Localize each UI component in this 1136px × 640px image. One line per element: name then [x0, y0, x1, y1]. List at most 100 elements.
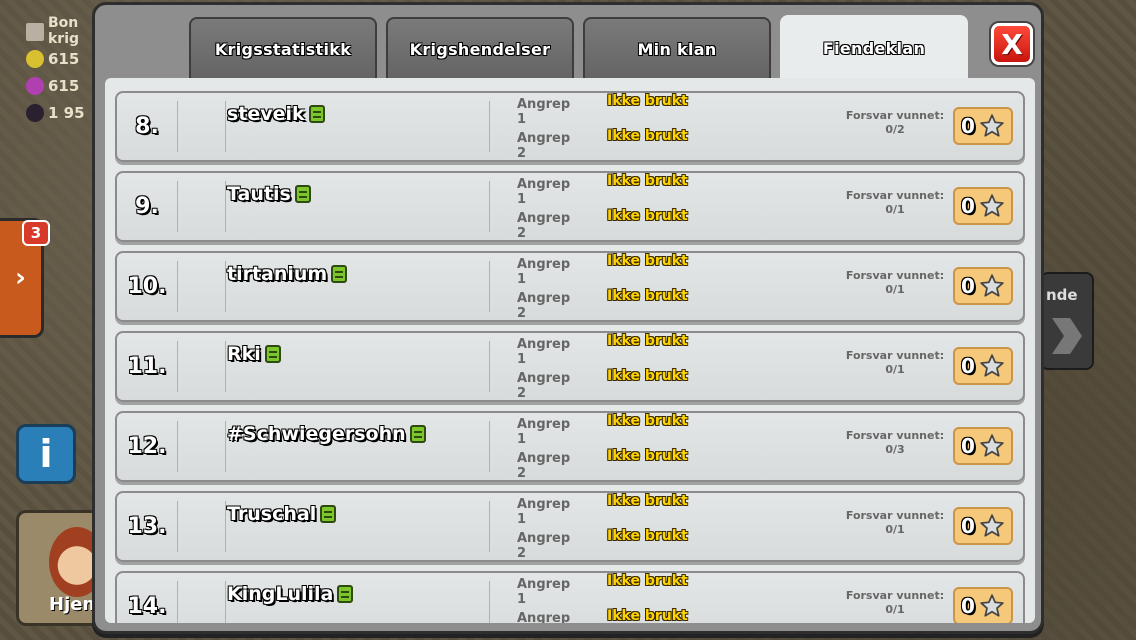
attack-2-label: Angrep 2 [517, 291, 571, 321]
member-rank: 13. [127, 514, 167, 539]
town-hall-icon [409, 425, 426, 443]
attack-2-status: Ikke brukt [607, 528, 688, 544]
dark-elixir-icon [26, 103, 44, 122]
gold-amount: 615 [48, 49, 80, 68]
defense-label: Forsvar vunnet: [845, 589, 945, 602]
row-divider [177, 421, 178, 472]
member-row[interactable]: 14. KingLulila Angrep 1 Ikke brukt Angrep 2 I… [115, 571, 1025, 623]
info-button[interactable]: i [16, 424, 76, 484]
star-count: 0 [961, 594, 975, 618]
member-name-text: tirtanium [227, 263, 328, 285]
member-rank: 9. [135, 194, 159, 219]
star-icon [980, 194, 1004, 217]
attack-2-label: Angrep 2 [517, 211, 571, 241]
right-side-label: nde [1046, 286, 1078, 304]
star-badge: 0 [953, 107, 1013, 145]
attack-1-label: Angrep 1 [517, 177, 571, 207]
row-divider [177, 501, 178, 552]
star-icon [980, 354, 1004, 377]
row-divider [225, 261, 226, 312]
row-divider [489, 181, 490, 232]
row-divider [177, 341, 178, 392]
attack-1-status: Ikke brukt [607, 333, 688, 349]
star-badge: 0 [953, 427, 1013, 465]
member-row[interactable]: 8. steveik Angrep 1 Ikke brukt Angrep 2 Ikke … [115, 91, 1025, 162]
star-badge: 0 [953, 507, 1013, 545]
right-side-button[interactable]: nde [1040, 272, 1094, 370]
row-divider [225, 181, 226, 232]
war-bonus-stat: Bon krig [26, 15, 96, 47]
star-icon [980, 274, 1004, 297]
row-divider [489, 581, 490, 623]
member-name-text: KingLulila [227, 583, 334, 605]
elixir-amount: 615 [48, 76, 80, 95]
member-row[interactable]: 10. tirtanium Angrep 1 Ikke brukt Angrep 2 Ik… [115, 251, 1025, 322]
defense-value: 0/2 [885, 123, 905, 136]
defense-label: Forsvar vunnet: [845, 429, 945, 442]
town-hall-icon [337, 585, 354, 603]
row-divider [489, 341, 490, 392]
member-row[interactable]: 12. #Schwiegersohn Angrep 1 Ikke brukt Angre… [115, 411, 1025, 482]
tab-war-stats[interactable]: Krigsstatistikk [189, 17, 377, 79]
row-divider [489, 101, 490, 152]
member-name[interactable]: Truschal [227, 503, 337, 525]
attack-2-status: Ikke brukt [607, 128, 688, 144]
member-name-text: Truschal [227, 503, 317, 525]
war-bonus-text: Bon [48, 15, 79, 32]
attack-2-label: Angrep 2 [517, 531, 571, 561]
member-name-text: steveik [227, 103, 305, 125]
dark-elixir-amount: 1 95 [48, 103, 85, 122]
member-name[interactable]: steveik [227, 103, 325, 125]
attack-1-label: Angrep 1 [517, 417, 571, 447]
notification-badge: 3 [22, 220, 50, 246]
star-badge: 0 [953, 587, 1013, 623]
chevron-right-icon: › [15, 263, 26, 293]
return-home-button[interactable]: Hjem [16, 510, 104, 626]
defense-value: 0/3 [885, 443, 905, 456]
member-rank: 12. [127, 434, 167, 459]
star-icon [980, 434, 1004, 457]
star-count: 0 [961, 354, 975, 378]
info-icon: i [39, 432, 53, 476]
star-count: 0 [961, 434, 975, 458]
tab-my-clan[interactable]: Min klan [583, 17, 771, 79]
star-count: 0 [961, 194, 975, 218]
war-bonus-text-2: krig [48, 30, 80, 47]
member-name[interactable]: KingLulila [227, 583, 354, 605]
member-name[interactable]: Tautis [227, 183, 311, 205]
close-icon: X [1001, 27, 1023, 61]
war-panel: Krigsstatistikk Krigshendelser Min klan … [92, 2, 1044, 634]
member-row[interactable]: 11. Rki Angrep 1 Ikke brukt Angrep 2 Ikke bru… [115, 331, 1025, 402]
attack-1-label: Angrep 1 [517, 257, 571, 287]
defense-label: Forsvar vunnet: [845, 269, 945, 282]
member-name[interactable]: #Schwiegersohn [227, 423, 426, 445]
attack-1-status: Ikke brukt [607, 573, 688, 589]
member-name[interactable]: tirtanium [227, 263, 348, 285]
tab-enemy-clan[interactable]: Fiendeklan [780, 15, 968, 79]
row-divider [489, 261, 490, 312]
attack-1-label: Angrep 1 [517, 497, 571, 527]
defense-label: Forsvar vunnet: [845, 109, 945, 122]
member-list[interactable]: 8. steveik Angrep 1 Ikke brukt Angrep 2 Ikke … [105, 78, 1035, 623]
member-rank: 11. [127, 354, 167, 379]
star-icon [980, 114, 1004, 137]
member-row[interactable]: 13. Truschal Angrep 1 Ikke brukt Angrep 2 Ikk… [115, 491, 1025, 562]
town-hall-icon [308, 105, 325, 123]
elixir-stat: 615 [26, 72, 96, 99]
attack-1-status: Ikke brukt [607, 173, 688, 189]
star-count: 0 [961, 274, 975, 298]
tab-war-events[interactable]: Krigshendelser [386, 17, 574, 79]
attack-2-status: Ikke brukt [607, 368, 688, 384]
close-button[interactable]: X [991, 23, 1033, 65]
member-rank: 14. [127, 594, 167, 619]
member-name[interactable]: Rki [227, 343, 281, 365]
defense-label: Forsvar vunnet: [845, 189, 945, 202]
member-row[interactable]: 9. Tautis Angrep 1 Ikke brukt Angrep 2 Ikke b… [115, 171, 1025, 242]
row-divider [489, 421, 490, 472]
attack-1-status: Ikke brukt [607, 493, 688, 509]
star-badge: 0 [953, 347, 1013, 385]
attack-1-status: Ikke brukt [607, 413, 688, 429]
attack-2-label: Angrep 2 [517, 371, 571, 401]
attack-2-label: Angrep 2 [517, 131, 571, 161]
row-divider [225, 101, 226, 152]
